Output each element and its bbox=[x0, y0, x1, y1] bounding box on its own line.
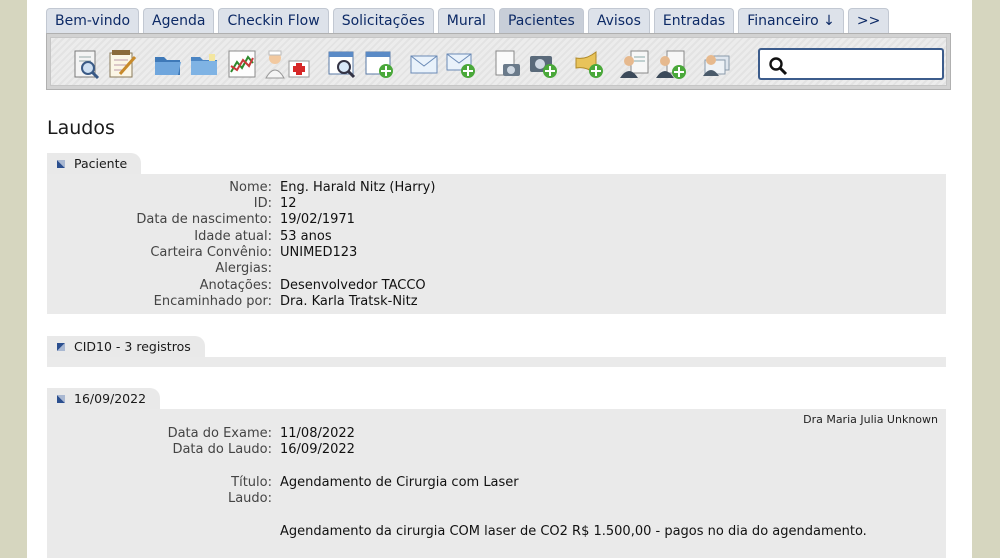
open-folder-icon[interactable] bbox=[152, 48, 184, 80]
tab-financeiro[interactable]: Financeiro ↓ bbox=[738, 8, 844, 33]
report-text: Agendamento da cirurgia COM laser de CO2… bbox=[280, 524, 867, 539]
patient-row-notes: Anotações: Desenvolvedor TACCO bbox=[47, 278, 946, 294]
field-value: UNIMED123 bbox=[280, 245, 358, 260]
tab-checkin-flow[interactable]: Checkin Flow bbox=[218, 8, 329, 33]
folder-icon[interactable] bbox=[188, 48, 220, 80]
field-value: 53 anos bbox=[280, 229, 332, 244]
field-value: 11/08/2022 bbox=[280, 426, 355, 441]
top-nav-tabs: Bem-vindo Agenda Checkin Flow Solicitaçõ… bbox=[46, 8, 890, 34]
patient-section-label: Paciente bbox=[74, 156, 128, 171]
patient-row-insurance-card: Carteira Convênio: UNIMED123 bbox=[47, 245, 946, 261]
tab-pacientes[interactable]: Pacientes bbox=[498, 8, 584, 33]
report-section-label: 16/09/2022 bbox=[74, 391, 147, 406]
cid10-body bbox=[47, 357, 946, 367]
patient-row-allergies: Alergias: bbox=[47, 261, 946, 277]
edit-notes-icon[interactable] bbox=[106, 48, 138, 80]
chart-icon[interactable] bbox=[226, 48, 258, 80]
tab-agenda[interactable]: Agenda bbox=[143, 8, 215, 33]
document-camera-icon[interactable] bbox=[491, 48, 523, 80]
expand-arrow-icon[interactable] bbox=[56, 342, 66, 352]
cid10-section-label: CID10 - 3 registros bbox=[74, 339, 191, 354]
patient-row-nome: Nome: Eng. Harald Nitz (Harry) bbox=[47, 180, 946, 196]
page-title: Laudos bbox=[47, 117, 115, 139]
main-page: Bem-vindo Agenda Checkin Flow Solicitaçõ… bbox=[27, 0, 972, 558]
patient-section: Paciente Nome: Eng. Harald Nitz (Harry) … bbox=[47, 153, 946, 314]
patient-row-id: ID: 12 bbox=[47, 196, 946, 212]
user-card-add-icon[interactable] bbox=[655, 48, 687, 80]
field-value: Eng. Harald Nitz (Harry) bbox=[280, 180, 436, 195]
tab-avisos[interactable]: Avisos bbox=[587, 8, 650, 33]
field-label: Título: bbox=[231, 475, 272, 490]
tab-solicitacoes[interactable]: Solicitações bbox=[332, 8, 434, 33]
field-label: Encaminhado por: bbox=[153, 294, 272, 309]
patient-row-birthdate: Data de nascimento: 19/02/1971 bbox=[47, 212, 946, 228]
toolbar-inner bbox=[50, 37, 947, 86]
field-label: Nome: bbox=[229, 180, 272, 195]
cid10-section: CID10 - 3 registros bbox=[47, 336, 946, 368]
collapse-arrow-icon[interactable] bbox=[56, 159, 66, 169]
field-label: Data de nascimento: bbox=[136, 212, 272, 227]
field-label: Anotações: bbox=[199, 278, 272, 293]
user-card-icon[interactable] bbox=[619, 48, 651, 80]
tab-mural[interactable]: Mural bbox=[437, 8, 495, 33]
field-label: Carteira Convênio: bbox=[150, 245, 272, 260]
tab-bem-vindo[interactable]: Bem-vindo bbox=[46, 8, 140, 33]
search-box bbox=[758, 48, 944, 80]
patient-details: Nome: Eng. Harald Nitz (Harry) ID: 12 Da… bbox=[47, 174, 946, 314]
field-value: 12 bbox=[280, 196, 297, 211]
field-value: Agendamento de Cirurgia com Laser bbox=[280, 475, 519, 490]
window-search-icon[interactable] bbox=[326, 48, 358, 80]
nurse-add-icon[interactable] bbox=[263, 48, 313, 80]
report-row-title: Título: Agendamento de Cirurgia com Lase… bbox=[47, 475, 946, 491]
report-details: Dra Maria Julia Unknown Data do Exame: 1… bbox=[47, 409, 946, 558]
field-label: Idade atual: bbox=[194, 229, 272, 244]
patient-row-referred-by: Encaminhado por: Dra. Karla Tratsk-Nitz bbox=[47, 294, 946, 310]
patient-row-age: Idade atual: 53 anos bbox=[47, 229, 946, 245]
field-value: Dra. Karla Tratsk-Nitz bbox=[280, 294, 418, 309]
patient-section-tab[interactable]: Paciente bbox=[47, 153, 142, 175]
field-label: Data do Laudo: bbox=[172, 442, 272, 457]
field-value: 19/02/1971 bbox=[280, 212, 355, 227]
report-row-report-label: Laudo: bbox=[47, 491, 946, 507]
report-section: 16/09/2022 Dra Maria Julia Unknown Data … bbox=[47, 388, 946, 558]
collapse-arrow-icon[interactable] bbox=[56, 394, 66, 404]
tab-more[interactable]: >> bbox=[847, 8, 890, 33]
report-row-exam-date: Data do Exame: 11/08/2022 bbox=[47, 426, 946, 442]
search-input[interactable] bbox=[792, 53, 940, 75]
mail-icon[interactable] bbox=[408, 48, 440, 80]
report-row-report-text: Agendamento da cirurgia COM laser de CO2… bbox=[47, 524, 946, 540]
field-label: Alergias: bbox=[215, 261, 272, 276]
report-row-report-date: Data do Laudo: 16/09/2022 bbox=[47, 442, 946, 458]
search-document-icon[interactable] bbox=[70, 48, 102, 80]
camera-add-icon[interactable] bbox=[527, 48, 559, 80]
field-label: Laudo: bbox=[227, 491, 272, 506]
field-value: Desenvolvedor TACCO bbox=[280, 278, 426, 293]
field-label: ID: bbox=[253, 196, 272, 211]
window-add-icon[interactable] bbox=[363, 48, 395, 80]
mail-add-icon[interactable] bbox=[445, 48, 477, 80]
field-value: 16/09/2022 bbox=[280, 442, 355, 457]
horn-add-icon[interactable] bbox=[573, 48, 605, 80]
cid10-section-tab[interactable]: CID10 - 3 registros bbox=[47, 336, 205, 358]
search-icon[interactable] bbox=[768, 56, 788, 76]
field-label: Data do Exame: bbox=[167, 426, 272, 441]
toolbar bbox=[46, 33, 951, 90]
user-cards-icon[interactable] bbox=[699, 48, 731, 80]
tab-entradas[interactable]: Entradas bbox=[653, 8, 735, 33]
report-doctor: Dra Maria Julia Unknown bbox=[803, 413, 938, 426]
report-section-tab[interactable]: 16/09/2022 bbox=[47, 388, 161, 410]
